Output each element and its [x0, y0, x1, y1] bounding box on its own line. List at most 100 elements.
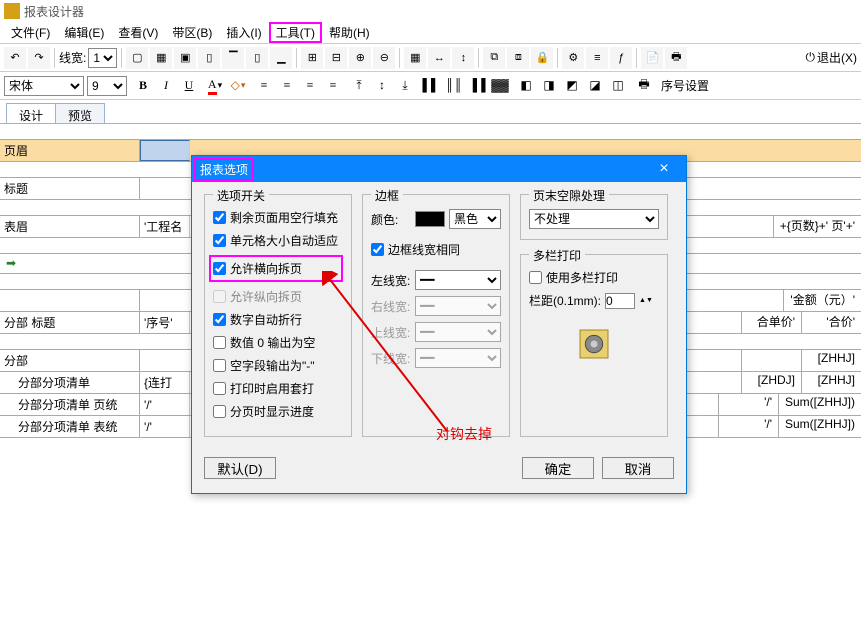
cell[interactable]: '/': [718, 394, 778, 415]
barcode2-button[interactable]: ║║: [444, 76, 464, 96]
cell[interactable]: '/': [718, 416, 778, 437]
checkbox[interactable]: [529, 271, 542, 284]
data-button[interactable]: ≡: [586, 47, 608, 69]
redo-button[interactable]: ↷: [28, 47, 50, 69]
tab-design[interactable]: 设计: [6, 103, 56, 123]
obj5-button[interactable]: ◫: [608, 76, 628, 96]
valign-middle-button[interactable]: ↕: [372, 76, 392, 96]
spinner-icon[interactable]: ▲▼: [639, 297, 653, 304]
border-bottom-button[interactable]: ▁: [270, 47, 292, 69]
italic-button[interactable]: I: [156, 76, 176, 96]
left-w-select[interactable]: ━━: [415, 270, 501, 290]
obj3-button[interactable]: ◩: [562, 76, 582, 96]
page-setup-button[interactable]: 📄: [641, 47, 663, 69]
border-none-button[interactable]: ▢: [126, 47, 148, 69]
opt-print-overlay[interactable]: 打印时启用套打: [213, 380, 343, 397]
print-button[interactable]: 🖶: [665, 47, 687, 69]
cell[interactable]: '序号': [140, 312, 190, 333]
cell[interactable]: '金额（元）': [783, 290, 861, 311]
cell[interactable]: Sum([ZHHJ]): [778, 394, 861, 415]
cell[interactable]: [ZHHJ]: [801, 372, 861, 393]
cancel-button[interactable]: 取消: [602, 457, 674, 479]
ungroup-button[interactable]: ⧈: [507, 47, 529, 69]
menu-help[interactable]: 帮助(H): [322, 22, 377, 43]
props-button[interactable]: ⚙: [562, 47, 584, 69]
checkbox[interactable]: [213, 211, 226, 224]
ok-button[interactable]: 确定: [522, 457, 594, 479]
bold-button[interactable]: B: [133, 76, 153, 96]
opt-empty-dash[interactable]: 空字段输出为"-": [213, 357, 343, 374]
default-button[interactable]: 默认(D): [204, 457, 276, 479]
barcode1-button[interactable]: ▌▌: [421, 76, 441, 96]
checkbox[interactable]: [213, 336, 226, 349]
menu-tool[interactable]: 工具(T): [269, 22, 322, 43]
split-button[interactable]: ⊟: [325, 47, 347, 69]
line-width-select[interactable]: 1: [88, 48, 117, 68]
col-width-button[interactable]: ↔: [428, 47, 450, 69]
border-left-button[interactable]: ▯: [198, 47, 220, 69]
row-height-button[interactable]: ↕: [452, 47, 474, 69]
align-grid-button[interactable]: ▦: [404, 47, 426, 69]
delete-col-button[interactable]: ⊖: [373, 47, 395, 69]
checkbox[interactable]: [213, 382, 226, 395]
group-button[interactable]: ⧉: [483, 47, 505, 69]
checkbox[interactable]: [213, 262, 226, 275]
print-icon[interactable]: 🖶: [634, 76, 654, 96]
align-justify-button[interactable]: ≡: [323, 76, 343, 96]
obj4-button[interactable]: ◪: [585, 76, 605, 96]
opt-h-break[interactable]: 允许横向拆页: [213, 260, 339, 277]
checkbox[interactable]: [213, 359, 226, 372]
cell[interactable]: +{页数}+' 页'+': [773, 216, 861, 237]
border-outer-button[interactable]: ▣: [174, 47, 196, 69]
cell[interactable]: [ZHHJ]: [801, 350, 861, 371]
checkbox[interactable]: [213, 313, 226, 326]
dialog-titlebar[interactable]: 报表选项 ×: [192, 156, 686, 182]
opt-zero-blank[interactable]: 数值 0 输出为空: [213, 334, 343, 351]
opt-page-progress[interactable]: 分页时显示进度: [213, 403, 343, 420]
checkbox[interactable]: [213, 405, 226, 418]
valign-top-button[interactable]: ⤒: [349, 76, 369, 96]
menu-file[interactable]: 文件(F): [4, 22, 57, 43]
exit-control[interactable]: ⏻ 退出(X): [806, 49, 858, 66]
cell[interactable]: '工程名: [140, 216, 190, 237]
cell[interactable]: '合价': [801, 312, 861, 333]
border-top-button[interactable]: ▔: [222, 47, 244, 69]
barcode3-button[interactable]: ▐▐: [467, 76, 487, 96]
merge-button[interactable]: ⊞: [301, 47, 323, 69]
col-gap-input[interactable]: [605, 293, 635, 309]
font-color-button[interactable]: A: [205, 76, 225, 96]
valign-bottom-button[interactable]: ⤓: [395, 76, 415, 96]
cell[interactable]: Sum([ZHHJ]): [778, 416, 861, 437]
opt-auto-fit[interactable]: 单元格大小自动适应: [213, 232, 343, 249]
menu-edit[interactable]: 编辑(E): [57, 22, 111, 43]
cell[interactable]: {连打: [140, 372, 190, 393]
align-right-button[interactable]: ≡: [300, 76, 320, 96]
opt-fill-blank[interactable]: 剩余页面用空行填充: [213, 209, 343, 226]
opt-num-wrap[interactable]: 数字自动折行: [213, 311, 343, 328]
close-icon[interactable]: ×: [644, 160, 684, 178]
tab-preview[interactable]: 预览: [55, 103, 105, 123]
selected-cell[interactable]: [140, 140, 190, 161]
cell[interactable]: '/': [140, 394, 190, 415]
font-family-select[interactable]: 宋体: [4, 76, 84, 96]
border-same[interactable]: 边框线宽相同: [371, 241, 501, 258]
cell[interactable]: 合单价': [741, 312, 801, 333]
obj2-button[interactable]: ◨: [539, 76, 559, 96]
color-select[interactable]: 黑色: [449, 209, 501, 229]
serial-settings-button[interactable]: 序号设置: [657, 77, 713, 94]
insert-col-button[interactable]: ⊕: [349, 47, 371, 69]
menu-band[interactable]: 带区(B): [165, 22, 219, 43]
cell[interactable]: '/': [140, 416, 190, 437]
obj1-button[interactable]: ◧: [516, 76, 536, 96]
formula-button[interactable]: ƒ: [610, 47, 632, 69]
underline-button[interactable]: U: [179, 76, 199, 96]
cell[interactable]: [741, 350, 801, 371]
align-left-button[interactable]: ≡: [254, 76, 274, 96]
gap-select[interactable]: 不处理: [529, 209, 659, 229]
border-all-button[interactable]: ▦: [150, 47, 172, 69]
lock-button[interactable]: 🔒: [531, 47, 553, 69]
use-cols[interactable]: 使用多栏打印: [529, 269, 659, 286]
font-size-select[interactable]: 9: [87, 76, 127, 96]
cell[interactable]: [ZHDJ]: [741, 372, 801, 393]
border-right-button[interactable]: ▯: [246, 47, 268, 69]
